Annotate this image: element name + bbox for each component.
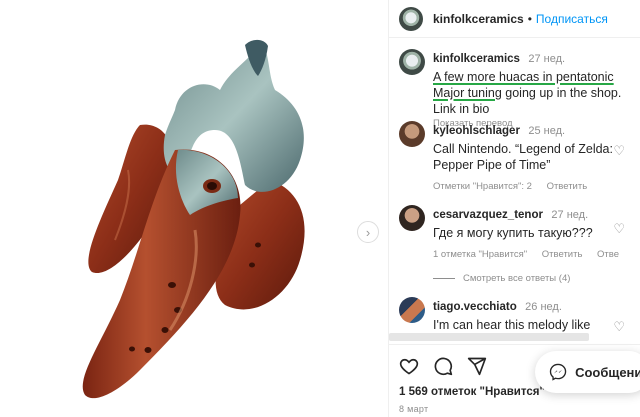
comment-time: 26 нед. [525, 301, 562, 313]
heart-icon[interactable]: ♡ [613, 221, 625, 237]
ocarina-photo [82, 39, 305, 399]
comment-item: tiago.vecchiato 26 нед. I'm can hear thi… [399, 297, 639, 335]
comment-text: I'm can hear this melody like [433, 318, 591, 332]
commenter-avatar[interactable] [399, 297, 425, 323]
likes-count[interactable]: 1 569 отметок "Нравится" [399, 386, 545, 398]
messages-label: Сообщения [575, 364, 640, 380]
heart-icon[interactable]: ♡ [613, 319, 625, 335]
follow-button[interactable]: Подписаться [536, 12, 608, 26]
comment-likes-count[interactable]: Отметки "Нравится": 2 [433, 181, 532, 192]
heart-icon [399, 358, 419, 375]
comment-time: 27 нед. [551, 209, 589, 221]
view-replies-button[interactable]: Смотреть все ответы (4) [433, 273, 570, 284]
comment-item: cesarvazquez_tenor 27 нед. Где я могу ку… [399, 205, 639, 260]
author-username[interactable]: kinfolkceramics [433, 12, 524, 26]
comment-likes-count[interactable]: 1 отметка "Нравится" [433, 249, 527, 260]
comment-time: 25 нед. [528, 125, 566, 137]
caption-time: 27 нед. [528, 53, 566, 65]
reply-button[interactable]: Ответить [542, 249, 583, 260]
commenter-avatar[interactable] [399, 121, 425, 147]
comment-icon [434, 357, 453, 376]
commenter-avatar[interactable] [399, 205, 425, 231]
comment-button[interactable] [433, 356, 453, 376]
comments-list[interactable]: kinfolkceramics 27 нед. A few more huaca… [389, 39, 640, 339]
chevron-right-icon: › [365, 224, 371, 240]
comment-text: Где я могу купить такую??? [433, 226, 593, 240]
comment-item: kyleohlschlager 25 нед. Call Nintendo. “… [399, 121, 639, 192]
caption-avatar[interactable] [399, 49, 425, 75]
comment-text: Call Nintendo. “Legend of Zelda: Pepper … [433, 142, 613, 172]
next-photo-button[interactable]: › [357, 221, 379, 243]
like-button[interactable] [399, 356, 419, 376]
comment-username[interactable]: cesarvazquez_tenor [433, 209, 543, 221]
comment-username[interactable]: tiago.vecchiato [433, 301, 517, 313]
author-avatar[interactable] [399, 6, 423, 31]
share-button[interactable] [467, 356, 487, 376]
post-date[interactable]: 8 март [399, 404, 428, 414]
caption-text: A few more huacas in pentatonic Major tu… [433, 70, 622, 116]
comment-username[interactable]: kyleohlschlager [433, 125, 520, 137]
replies-divider [433, 278, 455, 279]
horizontal-scrollbar[interactable] [389, 333, 589, 341]
actions-divider [389, 344, 640, 345]
reply-button[interactable]: Ответить [547, 181, 588, 192]
reply-button-2[interactable]: Отве [597, 249, 619, 260]
caption-username[interactable]: kinfolkceramics [433, 53, 520, 65]
separator-dot: • [527, 11, 532, 26]
messenger-icon [549, 363, 567, 381]
post-actions [399, 356, 487, 376]
messages-button[interactable]: Сообщения [535, 351, 640, 393]
post-image: › [0, 0, 388, 417]
share-icon [467, 357, 487, 376]
caption: kinfolkceramics 27 нед. A few more huaca… [399, 49, 639, 129]
post-header: kinfolkceramics • Подписаться [389, 0, 640, 38]
heart-icon[interactable]: ♡ [613, 143, 625, 159]
